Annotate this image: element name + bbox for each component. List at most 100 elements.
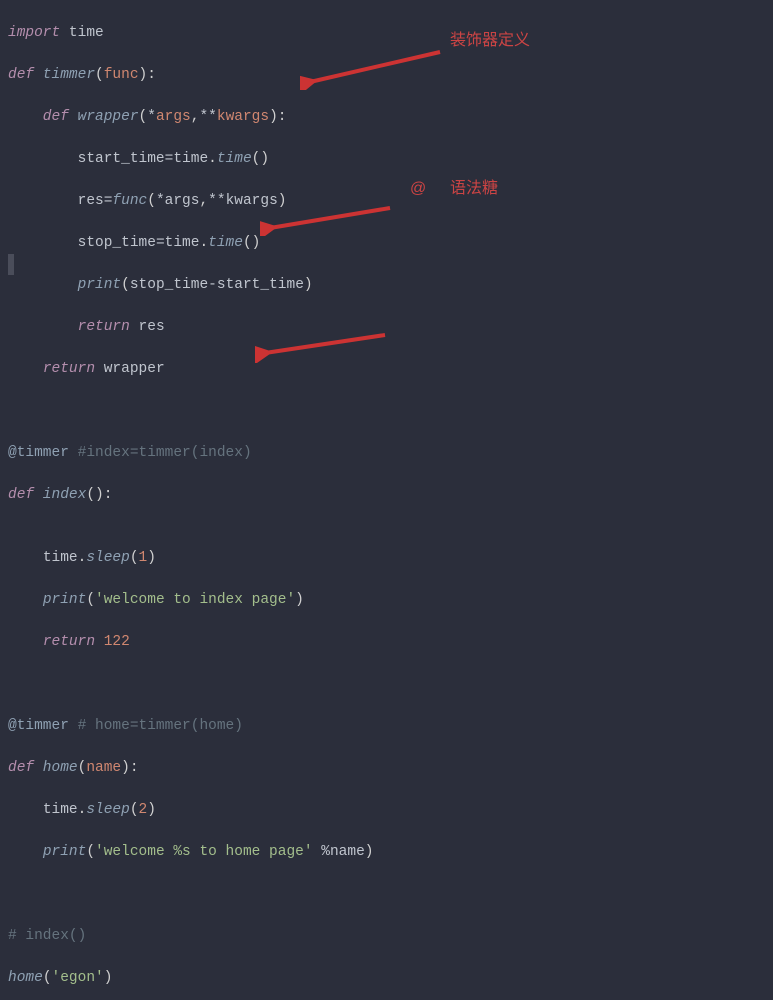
variable: start_time [217, 277, 304, 293]
space [313, 844, 322, 860]
code-line: start_time=time.time() [8, 149, 773, 170]
paren: ): [121, 760, 138, 776]
operator: = [156, 235, 165, 251]
keyword-def: def [8, 67, 34, 83]
keyword-def: def [8, 487, 34, 503]
code-line [8, 674, 773, 695]
paren: ( [86, 844, 95, 860]
object: time [173, 151, 208, 167]
variable: res [8, 193, 104, 209]
variable: wrapper [95, 361, 165, 377]
argument: args [165, 193, 200, 209]
indent [8, 634, 43, 650]
code-line: return res [8, 317, 773, 338]
indent [8, 844, 43, 860]
gutter-marker [8, 254, 14, 275]
paren: () [252, 151, 269, 167]
code-line: time.sleep(1) [8, 548, 773, 569]
code-line: return 122 [8, 632, 773, 653]
code-line: def timmer(func): [8, 65, 773, 86]
keyword-return: return [43, 361, 95, 377]
star: ** [208, 193, 225, 209]
indent [8, 277, 78, 293]
function-name: index [34, 487, 86, 503]
parameter: name [86, 760, 121, 776]
paren: ) [295, 592, 304, 608]
paren: (): [86, 487, 112, 503]
code-line [8, 884, 773, 905]
paren: ( [43, 970, 52, 986]
parameter: kwargs [217, 109, 269, 125]
code-line: print('welcome %s to home page' %name) [8, 842, 773, 863]
dot: . [208, 151, 217, 167]
paren: ) [147, 550, 156, 566]
code-line: def wrapper(*args,**kwargs): [8, 107, 773, 128]
parameter: args [156, 109, 191, 125]
code-line: def home(name): [8, 758, 773, 779]
method-call: sleep [86, 802, 130, 818]
decorator: @timmer [8, 445, 69, 461]
method-call: time [217, 151, 252, 167]
indent [8, 361, 43, 377]
indent [8, 592, 43, 608]
number: 1 [139, 550, 148, 566]
variable: name [330, 844, 365, 860]
function-call: home [8, 970, 43, 986]
comma: , [199, 193, 208, 209]
code-line: time.sleep(2) [8, 800, 773, 821]
code-line: res=func(*args,**kwargs) [8, 191, 773, 212]
paren: ) [278, 193, 287, 209]
function-name: wrapper [69, 109, 139, 125]
paren: ( [147, 193, 156, 209]
indent [8, 550, 43, 566]
paren: ( [78, 760, 87, 776]
code-editor[interactable]: import time def timmer(func): def wrappe… [8, 2, 773, 1000]
indent [8, 319, 78, 335]
paren: ): [139, 67, 156, 83]
comment: #index=timmer(index) [69, 445, 252, 461]
paren: ( [86, 592, 95, 608]
keyword-return: return [78, 319, 130, 335]
paren: () [243, 235, 260, 251]
code-line: @timmer # home=timmer(home) [8, 716, 773, 737]
function-name: timmer [34, 67, 95, 83]
code-line [8, 401, 773, 422]
builtin-print: print [43, 592, 87, 608]
code-line: stop_time=time.time() [8, 233, 773, 254]
string: 'egon' [52, 970, 104, 986]
paren: ( [130, 802, 139, 818]
comment: # home=timmer(home) [69, 718, 243, 734]
dot: . [78, 550, 87, 566]
code-line: def index(): [8, 485, 773, 506]
method-call: sleep [86, 550, 130, 566]
number: 2 [139, 802, 148, 818]
method-call: time [208, 235, 243, 251]
number: 122 [95, 634, 130, 650]
star: * [156, 193, 165, 209]
star: * [147, 109, 156, 125]
code-line: # index() [8, 926, 773, 947]
argument: kwargs [226, 193, 278, 209]
code-line: home('egon') [8, 968, 773, 989]
code-line: @timmer #index=timmer(index) [8, 443, 773, 464]
builtin-print: print [78, 277, 122, 293]
star: ** [199, 109, 216, 125]
string: 'welcome to index page' [95, 592, 295, 608]
variable: start_time [8, 151, 165, 167]
object: time [43, 802, 78, 818]
code-line: return wrapper [8, 359, 773, 380]
function-name: home [34, 760, 78, 776]
keyword-return: return [43, 634, 95, 650]
module-name: time [60, 25, 104, 41]
paren: ): [269, 109, 286, 125]
paren: ) [365, 844, 374, 860]
paren: ) [147, 802, 156, 818]
paren: ) [304, 277, 313, 293]
keyword-def: def [8, 109, 69, 125]
dot: . [199, 235, 208, 251]
variable: stop_time [130, 277, 208, 293]
paren: ( [130, 550, 139, 566]
indent [8, 802, 43, 818]
object: time [165, 235, 200, 251]
comment: # index() [8, 928, 86, 944]
